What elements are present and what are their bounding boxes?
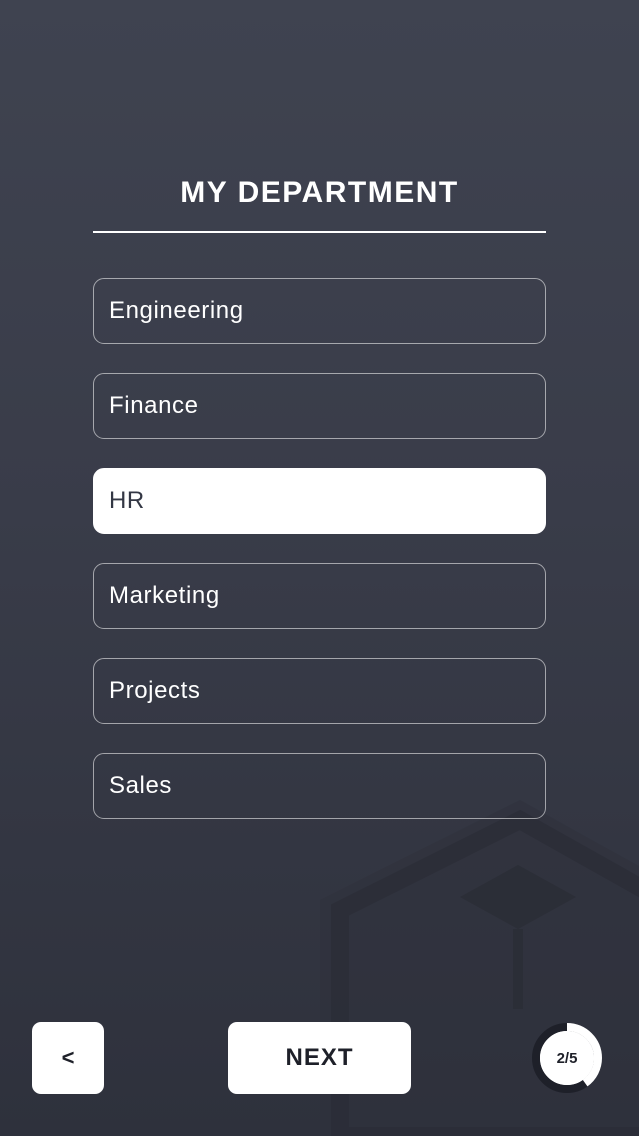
department-option-projects[interactable]: Projects: [93, 658, 546, 724]
step-progress-indicator: 2/5: [531, 1022, 603, 1094]
department-option-finance[interactable]: Finance: [93, 373, 546, 439]
title-divider: [93, 231, 546, 233]
department-option-engineering[interactable]: Engineering: [93, 278, 546, 344]
page-title: MY DEPARTMENT: [180, 176, 459, 209]
department-option-sales[interactable]: Sales: [93, 753, 546, 819]
department-list: Engineering Finance HR Marketing Project…: [93, 278, 546, 848]
back-button[interactable]: <: [32, 1022, 104, 1094]
department-option-hr[interactable]: HR: [93, 468, 546, 534]
progress-label: 2/5: [556, 1049, 578, 1067]
next-button[interactable]: NEXT: [228, 1022, 411, 1094]
department-option-marketing[interactable]: Marketing: [93, 563, 546, 629]
